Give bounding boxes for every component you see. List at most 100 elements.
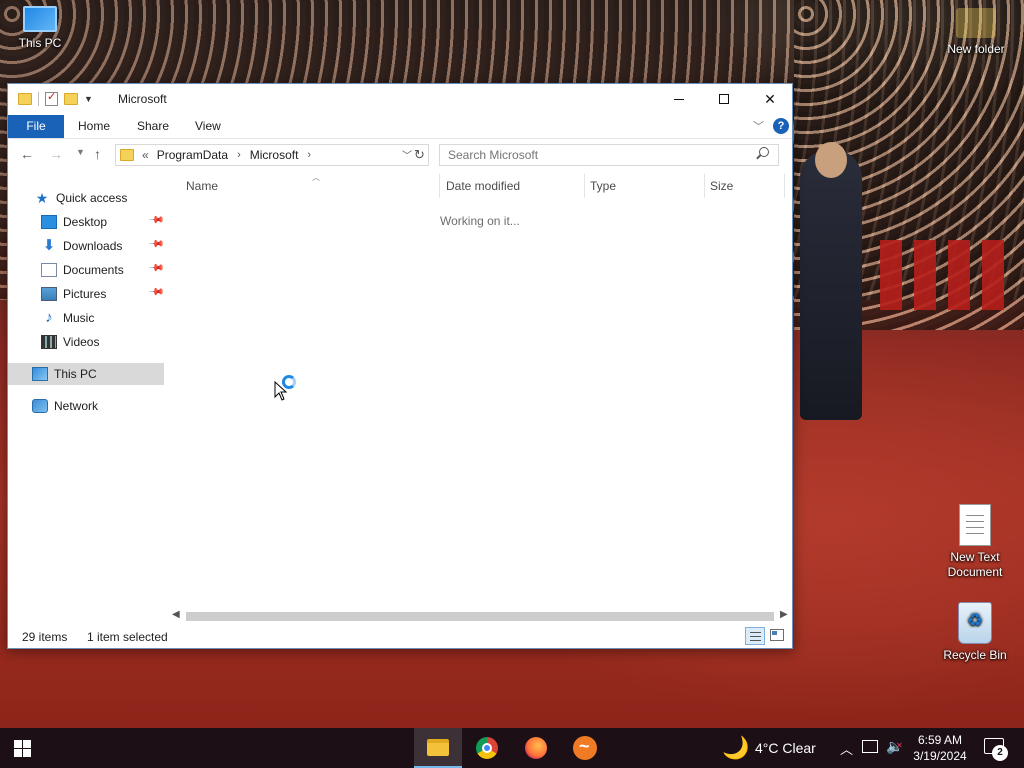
navigation-row: ← → ▼ ↑ « ProgramData › Microsoft › ﹀ ↻ bbox=[8, 140, 792, 170]
start-button[interactable] bbox=[14, 740, 31, 757]
taskbar-app-firefox[interactable] bbox=[512, 728, 560, 768]
taskbar-app-other[interactable] bbox=[561, 728, 609, 768]
clock-time: 6:59 AM bbox=[917, 733, 963, 747]
tab-share[interactable]: Share bbox=[137, 115, 169, 138]
quick-access-toolbar: ▼ bbox=[18, 90, 93, 106]
close-button[interactable]: ✕ bbox=[747, 84, 793, 114]
moon-icon[interactable]: 🌙 bbox=[722, 735, 749, 761]
taskbar: 🌙 4°C Clear ︿ 🔈 6:59 AM 3/19/2024 2 bbox=[0, 728, 1024, 768]
minimize-icon bbox=[674, 98, 684, 100]
maximize-button[interactable] bbox=[701, 84, 747, 114]
nav-item-this-pc[interactable]: This PC bbox=[8, 363, 164, 385]
computer-icon bbox=[23, 6, 57, 32]
column-header-type[interactable]: Type bbox=[590, 179, 616, 193]
nav-item-pictures[interactable]: Pictures 📌 bbox=[8, 283, 165, 305]
column-divider[interactable] bbox=[784, 174, 785, 198]
minimize-button[interactable] bbox=[656, 84, 702, 114]
pin-icon[interactable]: 📌 bbox=[148, 284, 165, 301]
column-divider[interactable] bbox=[439, 174, 440, 198]
large-icons-view-button[interactable] bbox=[770, 629, 784, 641]
nav-item-label: Music bbox=[63, 311, 95, 325]
help-icon[interactable]: ? bbox=[773, 118, 789, 134]
nav-item-label: This PC bbox=[54, 367, 97, 381]
column-divider[interactable] bbox=[584, 174, 585, 198]
desktop-icon-label: New folder bbox=[947, 42, 1005, 56]
nav-item-documents[interactable]: Documents 📌 bbox=[8, 259, 165, 281]
desktop-icon bbox=[41, 215, 57, 229]
folder-icon bbox=[18, 93, 32, 105]
new-folder-icon[interactable] bbox=[64, 93, 78, 105]
refresh-icon[interactable]: ↻ bbox=[414, 147, 425, 163]
horizontal-scrollbar[interactable]: ◀ ▶ bbox=[166, 608, 792, 625]
nav-item-label: Quick access bbox=[56, 191, 128, 205]
nav-item-videos[interactable]: Videos bbox=[8, 331, 164, 353]
firefox-icon bbox=[525, 737, 547, 759]
address-overflow[interactable]: « bbox=[142, 148, 149, 162]
column-header-name[interactable]: Name bbox=[186, 179, 218, 193]
pin-icon[interactable]: 📌 bbox=[148, 236, 165, 253]
navigation-pane: ★ Quick access Desktop 📌 ⬇ Downloads 📌 D… bbox=[8, 170, 166, 610]
breadcrumb-microsoft[interactable]: Microsoft bbox=[250, 148, 299, 162]
weather-widget[interactable]: 4°C Clear bbox=[755, 740, 816, 756]
app-icon bbox=[573, 736, 597, 760]
network-icon[interactable] bbox=[862, 740, 878, 753]
show-hidden-icons-chevron-icon[interactable]: ︿ bbox=[840, 739, 853, 758]
nav-item-desktop[interactable]: Desktop 📌 bbox=[8, 211, 165, 233]
tab-file[interactable]: File bbox=[8, 115, 64, 138]
desktop-icon-new-folder[interactable]: New folder bbox=[938, 8, 1014, 57]
properties-icon[interactable] bbox=[45, 90, 58, 106]
tab-home[interactable]: Home bbox=[78, 115, 110, 138]
desktop-icon-recycle-bin[interactable]: Recycle Bin bbox=[937, 602, 1013, 663]
address-bar[interactable]: « ProgramData › Microsoft › ﹀ ↻ bbox=[115, 144, 429, 166]
nav-item-music[interactable]: ♪ Music bbox=[8, 307, 164, 329]
taskbar-app-file-explorer[interactable] bbox=[414, 728, 462, 768]
recycle-bin-icon bbox=[958, 602, 992, 644]
desktop-icon-this-pc[interactable]: This PC bbox=[2, 6, 78, 51]
maximize-icon bbox=[719, 94, 729, 104]
scroll-right-arrow-icon[interactable]: ▶ bbox=[780, 609, 788, 620]
scrollbar-thumb[interactable] bbox=[186, 612, 774, 621]
details-view-button[interactable] bbox=[745, 627, 765, 645]
volume-muted-icon[interactable]: 🔈 bbox=[886, 738, 903, 755]
download-icon: ⬇ bbox=[42, 237, 56, 254]
pin-icon[interactable]: 📌 bbox=[148, 212, 165, 229]
file-list-pane[interactable]: ︿ Name Date modified Type Size Working o… bbox=[166, 170, 792, 621]
video-icon bbox=[41, 335, 57, 349]
address-dropdown-chevron-icon[interactable]: ﹀ bbox=[402, 147, 412, 162]
status-bar: 29 items 1 item selected bbox=[8, 626, 792, 648]
taskbar-app-chrome[interactable] bbox=[463, 728, 511, 768]
expand-ribbon-chevron-icon[interactable]: ﹀ bbox=[753, 118, 764, 134]
recent-locations-chevron-icon[interactable]: ▼ bbox=[76, 147, 85, 157]
nav-item-label: Downloads bbox=[63, 239, 123, 253]
pin-icon[interactable]: 📌 bbox=[148, 260, 165, 277]
system-clock[interactable]: 6:59 AM 3/19/2024 bbox=[905, 732, 975, 764]
clock-date: 3/19/2024 bbox=[913, 749, 967, 763]
file-explorer-icon bbox=[427, 738, 449, 756]
desktop-icon-label: This PC bbox=[18, 36, 62, 50]
column-header-date-modified[interactable]: Date modified bbox=[446, 179, 520, 193]
customize-toolbar-icon[interactable]: ▼ bbox=[84, 94, 93, 104]
column-divider[interactable] bbox=[704, 174, 705, 198]
folder-icon bbox=[120, 149, 134, 161]
up-arrow-icon[interactable]: ↑ bbox=[94, 146, 101, 162]
title-bar[interactable]: ▼ Microsoft ✕ bbox=[8, 84, 792, 115]
forward-arrow-icon[interactable]: → bbox=[49, 146, 63, 162]
breadcrumb-programdata[interactable]: ProgramData bbox=[157, 148, 228, 162]
breadcrumb-separator-icon[interactable]: › bbox=[237, 149, 241, 161]
music-note-icon: ♪ bbox=[45, 309, 53, 326]
nav-item-downloads[interactable]: ⬇ Downloads 📌 bbox=[8, 235, 165, 257]
nav-item-label: Documents bbox=[63, 263, 124, 277]
ribbon-tabs: File Home Share View ﹀ ? bbox=[8, 115, 792, 139]
back-arrow-icon[interactable]: ← bbox=[20, 146, 34, 162]
nav-item-label: Videos bbox=[63, 335, 100, 349]
search-icon[interactable] bbox=[759, 147, 769, 157]
tab-view[interactable]: View bbox=[195, 115, 221, 138]
file-explorer-window: ▼ Microsoft ✕ File Home Share View ﹀ ? ←… bbox=[7, 83, 793, 649]
column-header-size[interactable]: Size bbox=[710, 179, 733, 193]
nav-item-network[interactable]: Network bbox=[8, 395, 164, 417]
breadcrumb-separator-icon[interactable]: › bbox=[307, 149, 311, 161]
desktop-icon-new-text-document[interactable]: New Text Document bbox=[937, 504, 1013, 580]
search-input[interactable] bbox=[439, 144, 779, 166]
window-title: Microsoft bbox=[118, 92, 167, 106]
scroll-left-arrow-icon[interactable]: ◀ bbox=[172, 609, 180, 620]
